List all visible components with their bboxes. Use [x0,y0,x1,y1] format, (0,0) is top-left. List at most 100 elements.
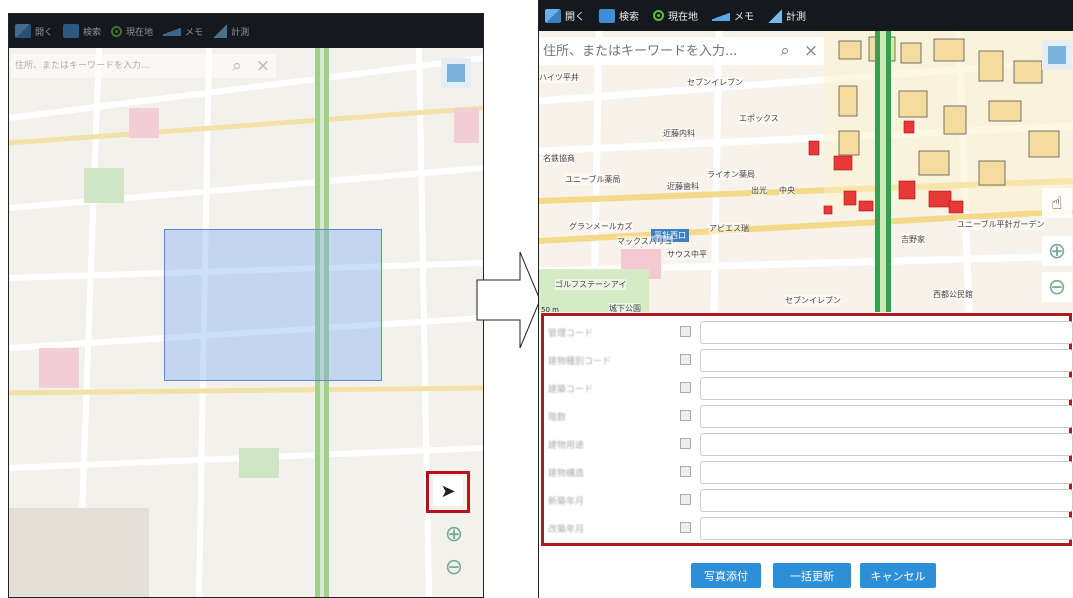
zoom-in-icon: ⊕ [1047,238,1067,264]
toolbar-location[interactable]: 現在地 [653,8,698,23]
search-input[interactable] [539,42,772,60]
form-row: 建築コード [544,374,1073,402]
map-background-right [539,30,1073,313]
cancel-button[interactable]: キャンセル [860,563,936,588]
toolbar-label: メモ [185,27,204,38]
search-bar-left: ⌕ × [11,54,276,78]
memo-icon [163,26,182,36]
toolbar-memo-left[interactable]: メモ [163,25,203,38]
toolbar-measure-left[interactable]: 計測 [213,24,249,38]
bulk-update-button[interactable]: 一括更新 [773,563,851,588]
photo-attach-button[interactable]: 写真添付 [691,563,761,588]
map-label: 近藤歯科 [667,181,699,192]
toolbar-measure[interactable]: 計測 [768,8,806,23]
toolbar-search[interactable]: 検索 [599,8,639,23]
field-checkbox[interactable] [680,466,691,477]
field-input[interactable] [700,349,1073,372]
field-input[interactable] [700,405,1073,428]
field-checkbox[interactable] [680,522,691,533]
toolbar-label: 現在地 [126,27,154,38]
field-label: 改築年月 [548,525,585,535]
map-view-right[interactable]: 平針西口 ハイツ平井 セブンイレブン エポックス 近藤内科 名鉄協商 ユニーブル… [539,30,1073,314]
map-label: セブンイレブン [785,295,841,306]
field-checkbox[interactable] [680,382,691,393]
layers-button[interactable] [441,58,471,88]
zoom-out-icon: ⊖ [444,554,464,580]
field-input[interactable] [700,517,1073,540]
map-label: 西都公民館 [933,289,973,300]
field-label: 管理コード [548,329,594,339]
map-label: マックスバリュ [617,236,673,247]
form-row: 建物構造 [544,458,1073,486]
field-checkbox[interactable] [680,494,691,505]
memo-icon [712,10,730,21]
field-checkbox[interactable] [680,438,691,449]
search-input-left[interactable] [11,60,224,72]
toolbar-open[interactable]: 開く [545,8,585,23]
close-icon[interactable]: × [798,41,824,61]
right-panel: 平針西口 ハイツ平井 セブンイレブン エポックス 近藤内科 名鉄協商 ユニーブル… [538,0,1073,598]
toolbar-label: 計測 [231,27,250,38]
map-label: 出光 [751,185,767,196]
field-label: 建物種別コード [548,357,612,367]
pointer-icon: ➤ [440,480,456,502]
zoom-in-button[interactable]: ⊕ [1042,236,1072,266]
zoom-in-button[interactable]: ⊕ [439,519,469,549]
zoom-out-icon: ⊖ [1047,274,1067,300]
layers-button[interactable] [1042,40,1072,70]
select-tool-button[interactable]: ➤ [433,476,463,506]
location-icon [653,10,664,21]
transition-arrow-icon [476,251,541,349]
toolbar-label: 現在地 [668,12,698,23]
map-label: ライオン薬局 [707,169,755,180]
form-row: 改築年月 [544,514,1073,542]
search-icon[interactable]: ⌕ [772,41,798,61]
form-row: 建物用途 [544,430,1073,458]
selection-rectangle [164,229,382,381]
field-input[interactable] [700,377,1073,400]
zoom-out-button[interactable]: ⊖ [439,552,469,582]
toolbar-location-left[interactable]: 現在地 [111,25,153,38]
field-label: 建築コード [548,385,594,395]
layers-icon [1048,46,1066,64]
zoom-in-icon: ⊕ [444,521,464,547]
form-row: 階数 [544,402,1073,430]
toolbar-left: 開く 検索 現在地 メモ 計測 [9,14,483,48]
toolbar-label: 開く [35,27,54,38]
zoom-out-button[interactable]: ⊖ [1042,272,1072,302]
map-label: セブンイレブン [687,77,743,88]
map-label: ハイツ平井 [539,72,579,83]
map-label: 中央 [779,185,795,196]
search-icon [63,24,80,38]
close-icon[interactable]: × [250,56,276,76]
field-checkbox[interactable] [680,354,691,365]
open-icon [15,24,31,38]
form-row: 管理コード [544,318,1073,346]
map-label: エポックス [739,113,779,124]
field-input[interactable] [700,433,1073,456]
field-label: 建物用途 [548,441,585,451]
toolbar-label: 計測 [786,12,806,23]
map-label: 名鉄協商 [543,153,575,164]
open-icon [545,8,561,23]
field-input[interactable] [700,489,1073,512]
form-row: 新築年月 [544,486,1073,514]
search-icon [599,8,615,23]
field-checkbox[interactable] [680,410,691,421]
toolbar-open-left[interactable]: 開く [15,24,53,38]
search-icon[interactable]: ⌕ [224,56,250,76]
field-label: 階数 [548,413,567,423]
toolbar-label: メモ [734,12,754,23]
left-panel: 開く 検索 現在地 メモ 計測 ⌕ × ➤ ⊕ ⊖ [8,13,484,598]
map-label: サウス中平 [667,249,707,260]
field-input[interactable] [700,321,1073,344]
measure-icon [768,8,782,23]
layers-icon [447,64,465,82]
pan-tool-button[interactable]: ☝ [1042,188,1072,218]
toolbar-search-left[interactable]: 検索 [63,24,101,38]
field-checkbox[interactable] [680,326,691,337]
map-label: ユニーブル薬局 [565,174,621,185]
field-label: 建物構造 [548,469,585,479]
field-input[interactable] [700,461,1073,484]
toolbar-memo[interactable]: メモ [712,8,754,23]
